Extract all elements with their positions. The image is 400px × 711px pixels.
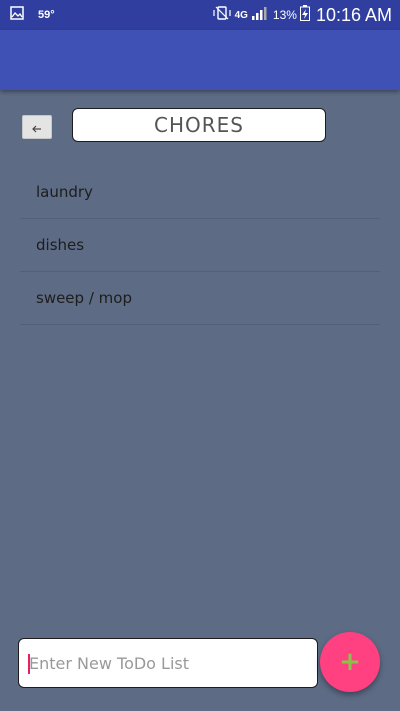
app-bar [0, 30, 400, 90]
back-button[interactable] [22, 115, 52, 139]
list-title: CHORES [154, 113, 244, 137]
status-right: 4G 13% 10:16 AM [212, 4, 392, 26]
add-list-button[interactable]: + [320, 632, 380, 692]
list-item-label: sweep / mop [36, 289, 132, 307]
list-item-label: laundry [36, 183, 93, 201]
text-cursor [28, 654, 30, 674]
battery-charging-icon [299, 4, 310, 26]
clock-text: 10:16 AM [315, 4, 392, 25]
list-item[interactable]: sweep / mop [20, 272, 380, 325]
battery-percent-text: 13% [272, 8, 297, 22]
vibrate-icon [212, 5, 232, 25]
status-bar: 59° 4G 13% 10:16 AM [0, 0, 400, 30]
temperature-text: 59° [38, 9, 55, 21]
list-item[interactable]: laundry [20, 166, 380, 219]
plus-icon: + [339, 647, 361, 677]
signal-icon [251, 6, 267, 25]
status-left: 59° [10, 5, 55, 25]
app-screen: 59° 4G 13% 10:16 AM CHORES laundry dishe… [0, 0, 400, 711]
list-item-label: dishes [36, 236, 85, 254]
new-todo-list-input[interactable] [18, 638, 318, 688]
gallery-notification-icon [10, 5, 24, 25]
network-type-text: 4G [234, 9, 248, 21]
list-item[interactable]: dishes [20, 219, 380, 272]
arrow-left-icon [32, 118, 42, 137]
chores-list: laundry dishes sweep / mop [20, 166, 380, 325]
list-title-box: CHORES [72, 108, 326, 142]
